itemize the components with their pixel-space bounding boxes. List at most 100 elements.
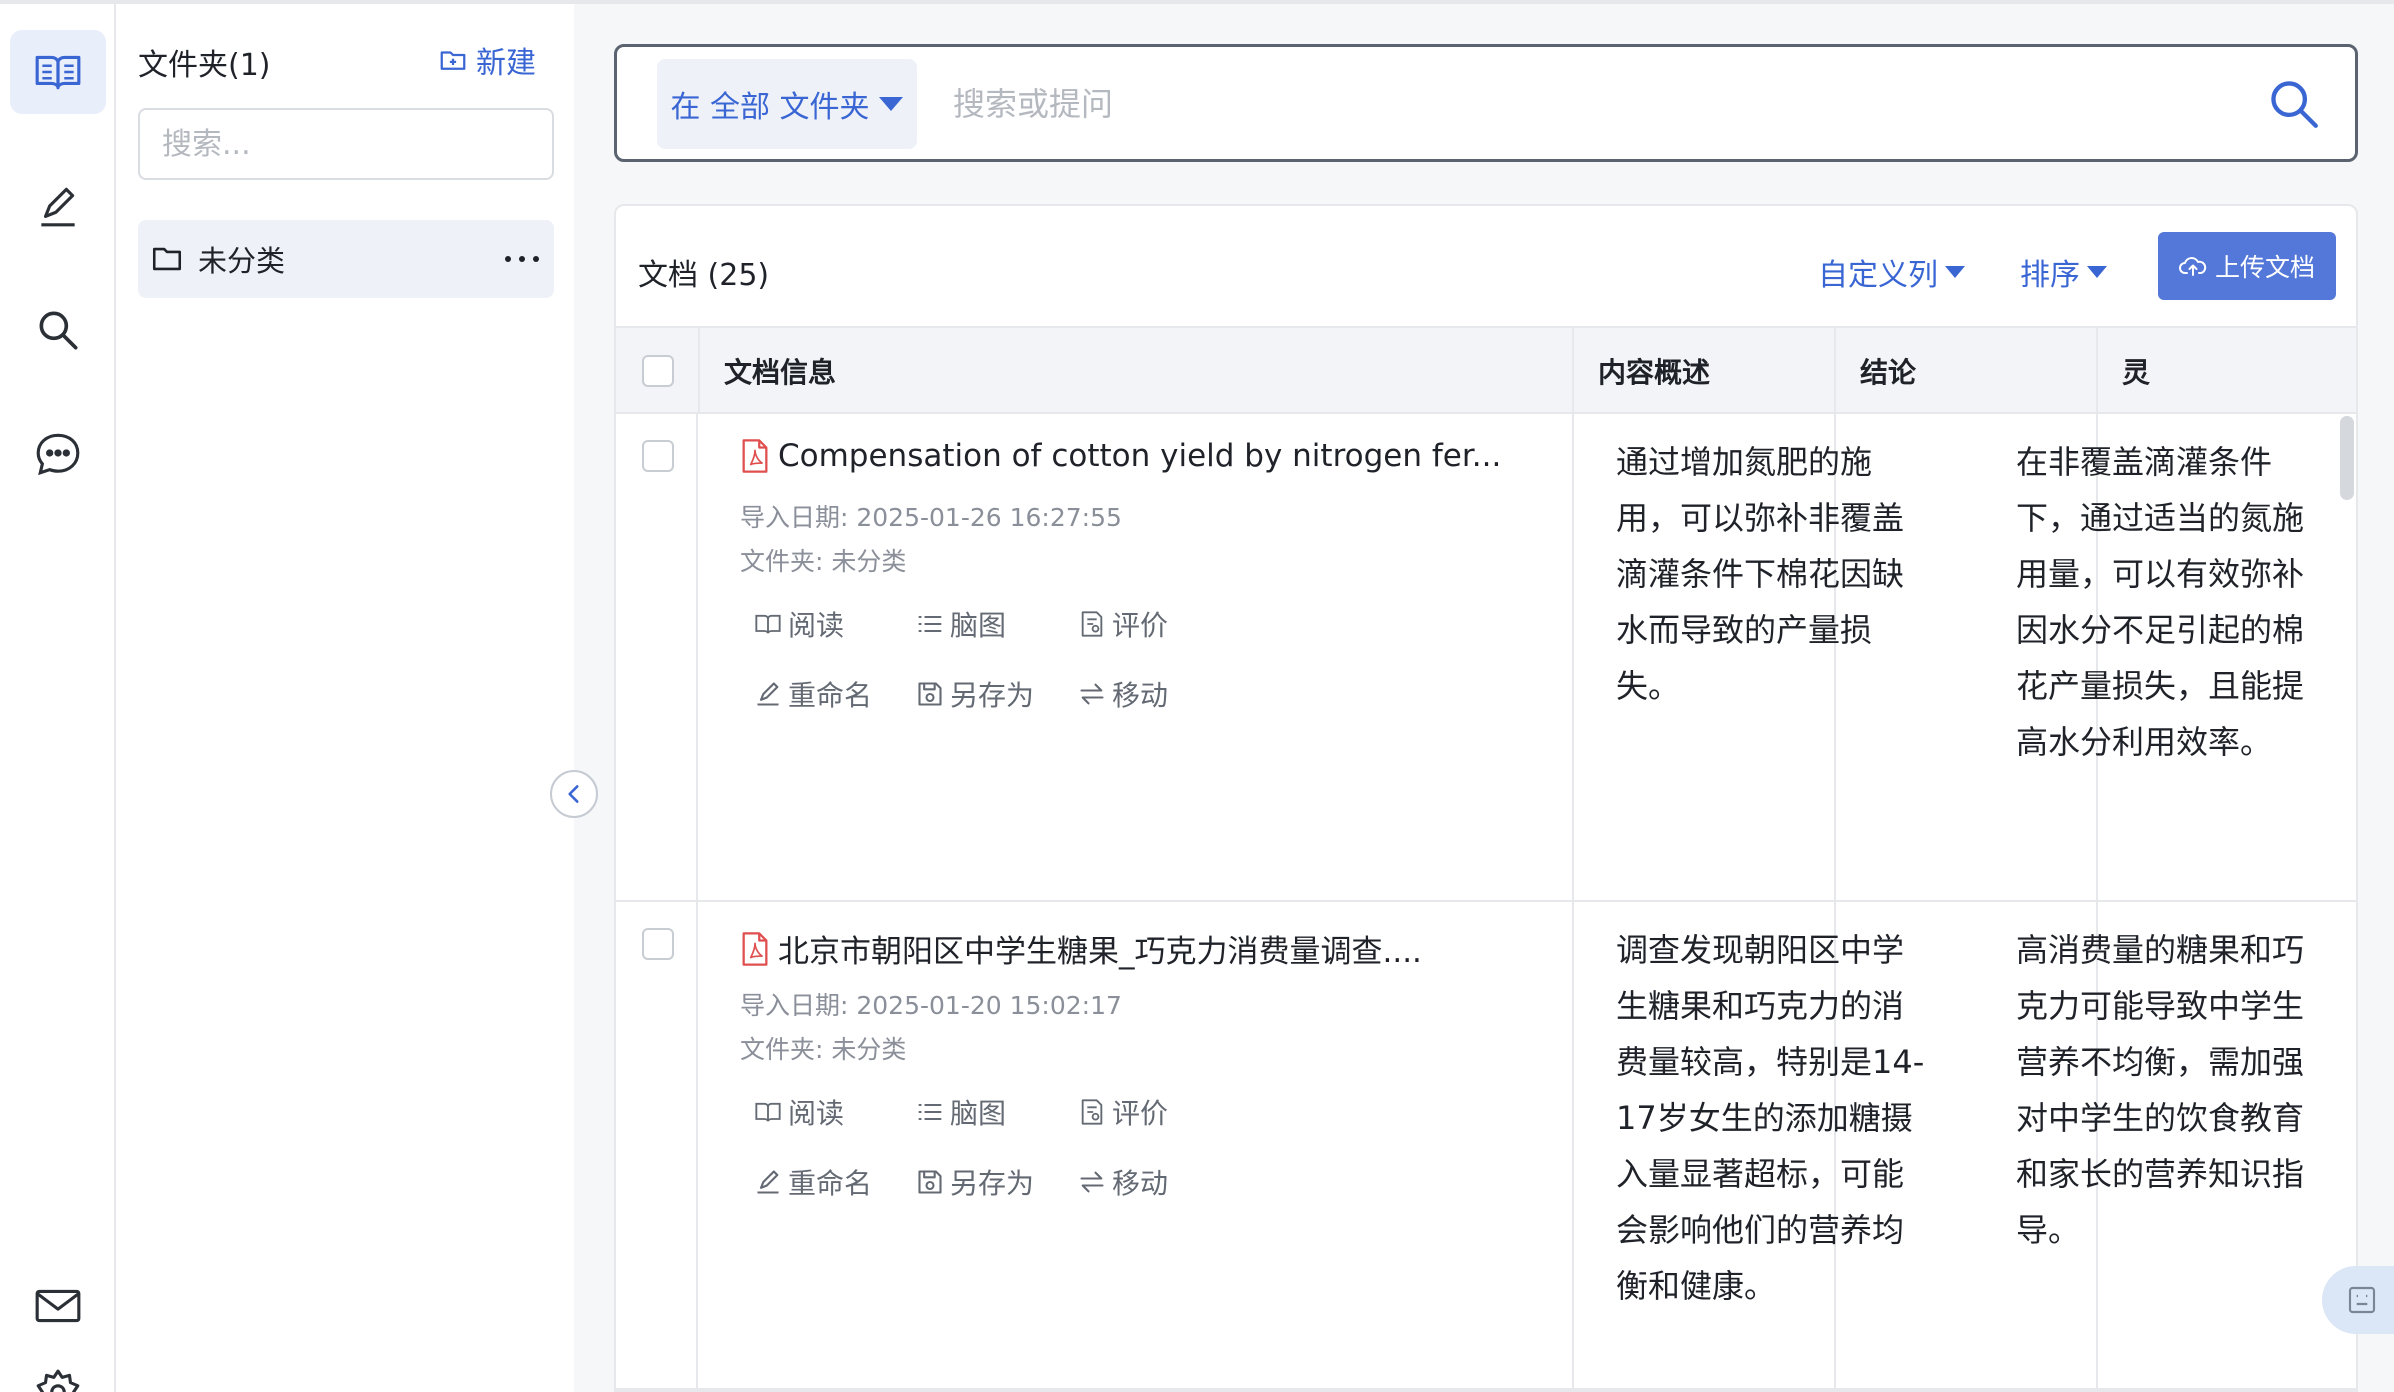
nav-notes[interactable] — [10, 164, 106, 248]
document-title: 北京市朝阳区中学生糖果_巧克力消费量调查.... — [778, 934, 1422, 970]
folder-panel-title: 文件夹(1) — [138, 48, 271, 83]
save-as-label: 另存为 — [950, 679, 1035, 712]
assistant-icon — [2348, 1286, 2376, 1314]
save-as-button[interactable]: 另存为 — [916, 674, 1034, 714]
save-as-button[interactable]: 另存为 — [916, 1162, 1034, 1202]
rename-button[interactable]: 重命名 — [754, 1162, 872, 1202]
search-scope-dropdown[interactable]: 在 全部 文件夹 — [657, 59, 917, 149]
import-date: 导入日期: 2025-01-26 16:27:55 — [740, 503, 1122, 532]
more-options-icon[interactable] — [502, 249, 542, 269]
row-checkbox[interactable] — [642, 928, 674, 960]
save-icon — [918, 1170, 942, 1194]
review-button[interactable]: 评价 — [1078, 604, 1168, 644]
review-doc-icon — [1081, 611, 1103, 637]
read-label: 阅读 — [788, 609, 845, 642]
pen-icon — [41, 187, 75, 227]
swap-arrows-icon — [1080, 1171, 1104, 1193]
column-header-conclusion[interactable]: 结论 — [1834, 328, 2096, 414]
folder-item-label: 未分类 — [198, 244, 286, 278]
rename-label: 重命名 — [788, 679, 873, 712]
folder-panel: 文件夹(1) 新建 未分类 — [118, 4, 574, 1392]
table-row: Compensation of cotton yield by nitrogen… — [616, 414, 2356, 902]
new-folder-button[interactable]: 新建 — [438, 38, 536, 82]
document-folder: 文件夹: 未分类 — [740, 1035, 907, 1064]
list-icon — [918, 1103, 942, 1121]
column-divider — [1572, 902, 1574, 1388]
custom-columns-label: 自定义列 — [1818, 258, 1938, 293]
caret-down-icon — [878, 97, 903, 111]
rename-label: 重命名 — [788, 1167, 873, 1200]
read-label: 阅读 — [788, 1097, 845, 1130]
upload-document-label: 上传文档 — [2214, 253, 2315, 282]
search-icon — [39, 311, 78, 350]
read-button[interactable]: 阅读 — [754, 604, 844, 644]
nav-chat[interactable] — [10, 412, 106, 496]
book-icon — [35, 55, 81, 90]
nav-library[interactable] — [10, 30, 106, 114]
swap-arrows-icon — [1080, 683, 1104, 705]
column-divider — [696, 902, 698, 1388]
sort-button[interactable]: 排序 — [2020, 250, 2108, 294]
list-icon — [918, 615, 942, 633]
collapse-panel-button[interactable] — [550, 770, 598, 818]
search-submit-icon[interactable] — [2265, 75, 2323, 133]
read-button[interactable]: 阅读 — [754, 1092, 844, 1132]
documents-title: 文档 (25) — [638, 258, 770, 293]
mail-icon — [35, 1289, 81, 1323]
main-search-input[interactable] — [953, 73, 2153, 135]
review-button[interactable]: 评价 — [1078, 1092, 1168, 1132]
upload-document-button[interactable]: 上传文档 — [2158, 232, 2336, 300]
review-doc-icon — [1081, 1099, 1103, 1125]
caret-down-icon — [1945, 266, 1965, 278]
documents-card: 文档 (25) 自定义列 排序 上传文档 文档信息 内容概述 结论 灵 Comp… — [614, 204, 2358, 1392]
folder-icon — [152, 247, 182, 271]
edit-icon — [757, 682, 779, 706]
book-icon — [755, 1102, 781, 1122]
caret-down-icon — [2087, 266, 2107, 278]
floating-assistant-button[interactable] — [2322, 1266, 2394, 1334]
book-icon — [755, 614, 781, 634]
mindmap-label: 脑图 — [950, 1097, 1007, 1130]
folder-item-uncategorized[interactable]: 未分类 — [138, 220, 554, 298]
pdf-file-icon — [742, 439, 768, 473]
import-date: 导入日期: 2025-01-20 15:02:17 — [740, 991, 1122, 1020]
nav-settings[interactable] — [10, 1350, 106, 1392]
column-header-summary[interactable]: 内容概述 — [1572, 328, 1834, 414]
nav-search[interactable] — [10, 288, 106, 372]
gear-icon — [36, 1369, 80, 1392]
icon-rail — [0, 4, 116, 1392]
column-header-clipped[interactable]: 灵 — [2096, 328, 2356, 414]
cloud-upload-icon — [2179, 257, 2207, 276]
row-checkbox[interactable] — [642, 440, 674, 472]
review-label: 评价 — [1112, 1097, 1169, 1130]
nav-mail[interactable] — [10, 1264, 106, 1348]
column-header-doc-info[interactable]: 文档信息 — [698, 328, 1222, 414]
table-scrollbar[interactable] — [2340, 416, 2354, 500]
move-label: 移动 — [1112, 679, 1169, 712]
rename-button[interactable]: 重命名 — [754, 674, 872, 714]
column-divider — [696, 414, 698, 900]
conclusion-text: 高消费量的糖果和巧克力可能导致中学生营养不均衡，需加强对中学生的饮食教育和家长的… — [2016, 931, 2305, 1249]
document-title-link[interactable]: 北京市朝阳区中学生糖果_巧克力消费量调查.... — [740, 926, 1422, 971]
mindmap-button[interactable]: 脑图 — [916, 1092, 1006, 1132]
summary-text: 调查发现朝阳区中学生糖果和巧克力的消费量较高，特别是14-17岁女生的添加糖摄入… — [1616, 931, 1925, 1305]
select-all-checkbox[interactable] — [642, 355, 674, 387]
custom-columns-button[interactable]: 自定义列 — [1818, 250, 1966, 294]
document-title-link[interactable]: Compensation of cotton yield by nitrogen… — [740, 438, 1501, 474]
sort-label: 排序 — [2020, 258, 2080, 293]
mindmap-button[interactable]: 脑图 — [916, 604, 1006, 644]
move-label: 移动 — [1112, 1167, 1169, 1200]
move-button[interactable]: 移动 — [1078, 674, 1168, 714]
chat-icon — [36, 433, 80, 476]
move-button[interactable]: 移动 — [1078, 1162, 1168, 1202]
column-divider — [1572, 414, 1574, 900]
review-label: 评价 — [1112, 609, 1169, 642]
document-title: Compensation of cotton yield by nitrogen… — [778, 438, 1502, 474]
search-bar: 在 全部 文件夹 — [614, 44, 2358, 162]
save-as-label: 另存为 — [950, 1167, 1035, 1200]
summary-text: 通过增加氮肥的施用，可以弥补非覆盖滴灌条件下棉花因缺水而导致的产量损失。 — [1616, 443, 1905, 705]
table-header: 文档信息 内容概述 结论 灵 — [616, 326, 2356, 414]
save-icon — [918, 682, 942, 706]
chevron-left-icon — [568, 785, 579, 803]
folder-search-input[interactable] — [138, 108, 554, 180]
